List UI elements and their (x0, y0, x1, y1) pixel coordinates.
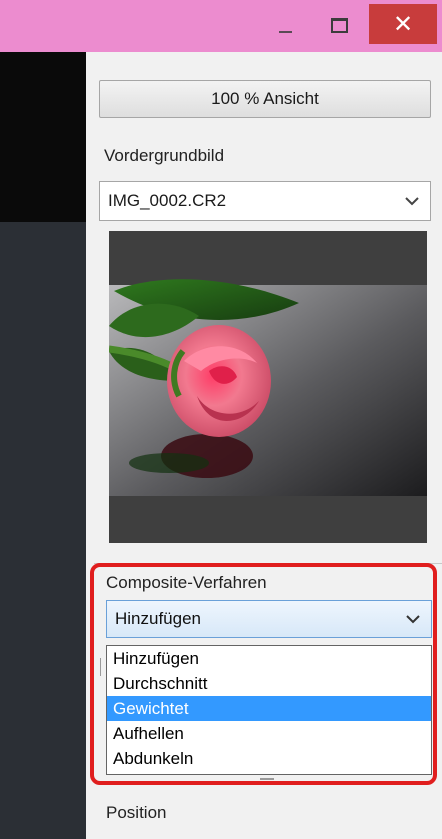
canvas-area-top (0, 52, 86, 222)
minimize-icon (278, 31, 292, 33)
foreground-image-select-value: IMG_0002.CR2 (108, 191, 227, 210)
canvas-area (0, 222, 86, 839)
position-label: Position (106, 803, 167, 822)
minimize-button[interactable] (262, 6, 308, 44)
rose-thumbnail-image (108, 279, 427, 496)
maximize-button[interactable] (316, 6, 362, 44)
maximize-icon (330, 17, 348, 33)
close-button[interactable]: ✕ (369, 4, 437, 44)
foreground-image-select[interactable]: IMG_0002.CR2 (99, 181, 431, 221)
callout-highlight-frame (90, 563, 437, 785)
close-icon: ✕ (392, 10, 414, 38)
view-100-percent-button[interactable]: 100 % Ansicht (99, 80, 431, 118)
foreground-preview (108, 231, 427, 543)
foreground-image-label: Vordergrundbild (104, 146, 225, 165)
chevron-down-icon (405, 197, 419, 206)
